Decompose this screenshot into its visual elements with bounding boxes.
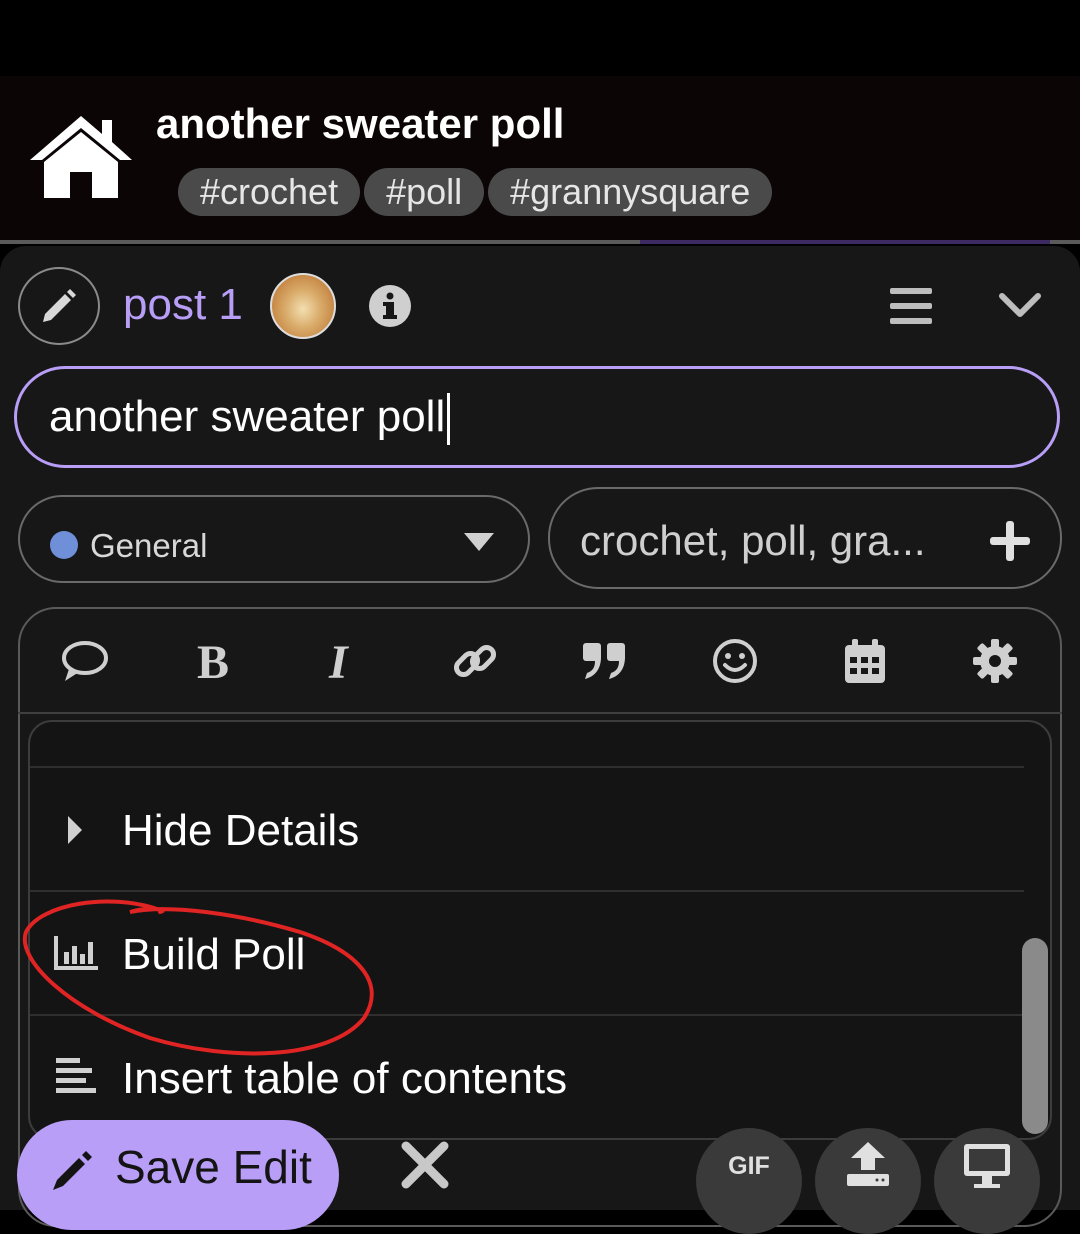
save-edit-button[interactable]: Save Edit <box>17 1120 339 1230</box>
gif-button[interactable]: GIF <box>696 1128 802 1234</box>
plus-icon <box>990 521 1030 561</box>
speech-bubble-icon[interactable] <box>60 636 110 686</box>
close-icon[interactable] <box>398 1138 452 1192</box>
progress-accent <box>640 240 1050 244</box>
tag-poll[interactable]: #poll <box>364 168 485 216</box>
chevron-down-icon[interactable] <box>998 290 1042 320</box>
upload-button[interactable] <box>815 1128 921 1234</box>
align-left-icon <box>56 1058 96 1093</box>
home-icon[interactable] <box>28 112 134 200</box>
menu-item-label: Build Poll <box>122 930 306 979</box>
bold-icon[interactable]: B <box>190 636 240 686</box>
status-bar-area <box>0 0 1080 76</box>
caret-down-icon <box>464 533 494 551</box>
gif-label: GIF <box>728 1152 770 1180</box>
title-input[interactable]: another sweater poll <box>14 366 1060 468</box>
menu-item-hide-details[interactable]: Hide Details <box>30 766 1024 890</box>
info-icon[interactable] <box>368 284 412 328</box>
svg-text:I: I <box>328 639 350 683</box>
tag-chooser[interactable]: crochet, poll, gra... <box>548 487 1062 589</box>
tag-chooser-value: crochet, poll, gra... <box>580 517 926 564</box>
italic-icon[interactable]: I <box>320 636 370 686</box>
edit-mode-badge <box>18 267 100 345</box>
caret-right-icon <box>68 816 82 844</box>
popup-scrollbar[interactable] <box>1022 938 1048 1134</box>
calendar-icon[interactable] <box>840 636 890 686</box>
toolbar-divider <box>18 712 1062 714</box>
menu-item-build-poll[interactable]: Build Poll <box>30 890 1024 1014</box>
topic-title[interactable]: another sweater poll <box>156 100 564 148</box>
tag-crochet[interactable]: #crochet <box>178 168 361 216</box>
svg-text:B: B <box>197 639 229 683</box>
avatar[interactable] <box>270 273 336 339</box>
reply-to-post-label[interactable]: post 1 <box>123 280 243 330</box>
quote-icon[interactable] <box>580 636 630 686</box>
tag-grannysquare[interactable]: #grannysquare <box>488 168 773 216</box>
gear-icon[interactable] <box>970 636 1020 686</box>
link-icon[interactable] <box>450 636 500 686</box>
save-edit-label: Save Edit <box>115 1141 312 1193</box>
desktop-icon <box>964 1144 1010 1188</box>
toolbar-popup-menu: Hide Details Build Poll Insert table of … <box>28 720 1052 1140</box>
emoji-icon[interactable] <box>710 636 760 686</box>
category-select[interactable]: General <box>18 495 530 583</box>
category-label: General <box>90 527 208 564</box>
category-color-dot <box>50 531 78 559</box>
title-input-value: another sweater poll <box>49 392 446 441</box>
menu-item-label: Hide Details <box>122 806 360 855</box>
bar-chart-icon <box>54 936 98 970</box>
preview-toggle-button[interactable] <box>934 1128 1040 1234</box>
text-cursor <box>447 393 451 446</box>
pencil-icon <box>43 289 76 322</box>
hamburger-menu-icon[interactable] <box>890 288 932 324</box>
pencil-icon <box>53 1151 92 1190</box>
upload-icon <box>847 1142 889 1186</box>
menu-item-label: Insert table of contents <box>122 1054 568 1103</box>
topic-tags: #crochet #poll #grannysquare <box>178 168 773 216</box>
